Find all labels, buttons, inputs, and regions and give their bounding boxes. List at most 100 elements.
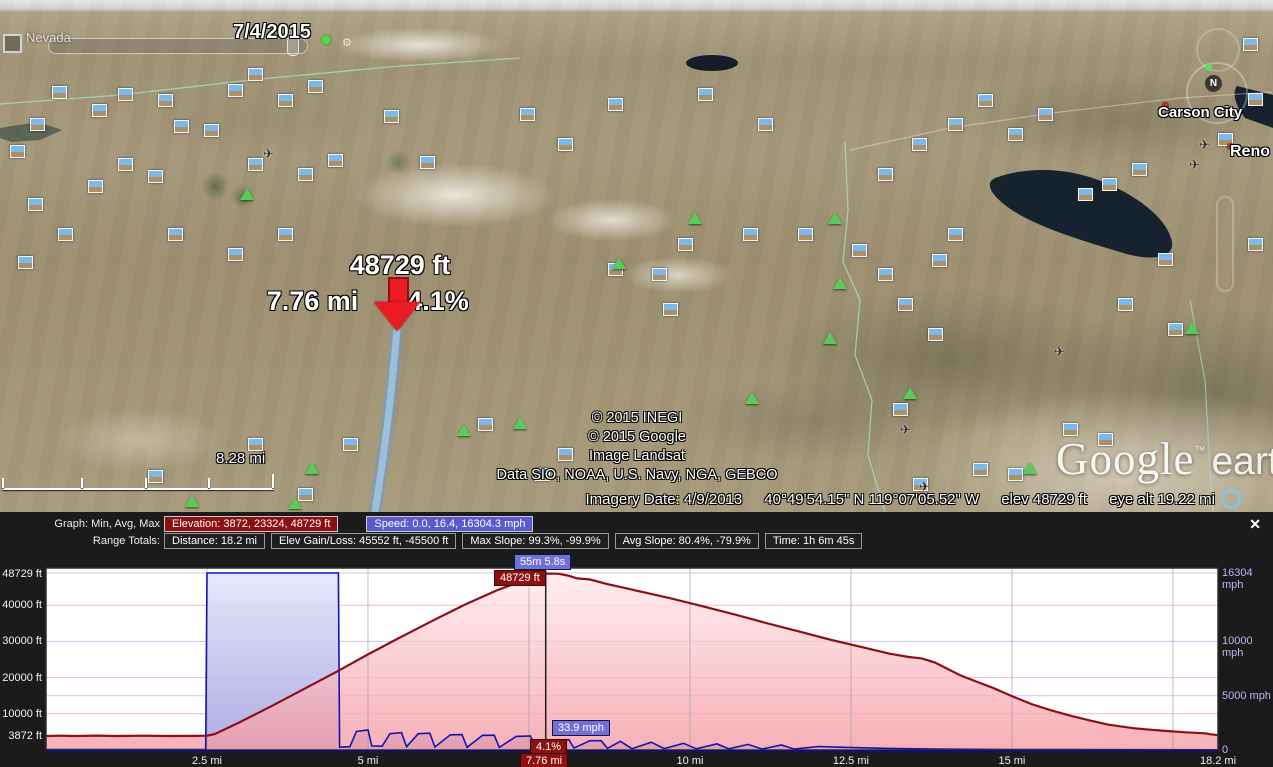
photo-icon[interactable] [158,94,173,107]
photo-icon[interactable] [420,156,435,169]
photo-icon[interactable] [1132,163,1147,176]
placemark-triangle-icon[interactable] [903,387,917,399]
streaming-progress-icon [1221,489,1241,509]
photo-icon[interactable] [912,138,927,151]
photo-icon[interactable] [698,88,713,101]
placemark-triangle-icon[interactable] [185,495,199,507]
time-slider-play-icon[interactable] [322,36,330,44]
placemark-triangle-icon[interactable] [1023,462,1037,474]
photo-icon[interactable] [30,118,45,131]
elevation-speed-chart[interactable] [0,512,1273,767]
photo-icon[interactable] [1248,93,1263,106]
photo-icon[interactable] [973,463,988,476]
photo-icon[interactable] [608,98,623,111]
nav-green-dot-icon [1205,64,1212,71]
photo-icon[interactable] [118,88,133,101]
eye-altitude: eye alt 19.22 mi [1109,491,1215,508]
photo-icon[interactable] [278,94,293,107]
speed-axis-tick: 16304 mph [1222,567,1273,591]
photo-icon[interactable] [228,84,243,97]
photo-icon[interactable] [204,124,219,137]
logo-google: Google [1056,434,1194,484]
photo-icon[interactable] [343,438,358,451]
photo-icon[interactable] [932,254,947,267]
map-viewport[interactable]: ✈✈✈✈✈✈ ⚙ 7/4/2015 Nevada 48729 ft 7.76 m… [0,0,1273,512]
photo-icon[interactable] [58,228,73,241]
photo-icon[interactable] [1118,298,1133,311]
photo-icon[interactable] [1243,38,1258,51]
placemark-triangle-icon[interactable] [833,277,847,289]
photo-icon[interactable] [148,170,163,183]
photo-icon[interactable] [168,228,183,241]
photo-icon[interactable] [308,80,323,93]
photo-icon[interactable] [678,238,693,251]
photo-icon[interactable] [52,86,67,99]
placemark-triangle-icon[interactable] [745,392,759,404]
scale-tick [81,478,83,488]
placemark-triangle-icon[interactable] [688,212,702,224]
overview-map-icon[interactable] [3,34,22,53]
photo-icon[interactable] [298,168,313,181]
photo-icon[interactable] [228,248,243,261]
measurement-arrow-icon [388,277,409,304]
placemark-triangle-icon[interactable] [1185,322,1199,334]
time-slider-settings-icon[interactable]: ⚙ [342,36,352,49]
photo-icon[interactable] [1158,253,1173,266]
photo-icon[interactable] [928,328,943,341]
photo-icon[interactable] [520,108,535,121]
photo-icon[interactable] [948,228,963,241]
placemark-triangle-icon[interactable] [305,462,319,474]
photo-icon[interactable] [758,118,773,131]
photo-icon[interactable] [1038,108,1053,121]
photo-icon[interactable] [10,145,25,158]
photo-icon[interactable] [743,228,758,241]
photo-icon[interactable] [978,94,993,107]
photo-icon[interactable] [278,228,293,241]
photo-icon[interactable] [652,268,667,281]
distance-axis-tick: 12.5 mi [823,755,879,767]
photo-icon[interactable] [248,158,263,171]
photo-icon[interactable] [898,298,913,311]
photo-icon[interactable] [798,228,813,241]
photo-icon[interactable] [28,198,43,211]
photo-icon[interactable] [893,403,908,416]
photo-icon[interactable] [1008,468,1023,481]
airplane-icon[interactable]: ✈ [1054,344,1065,360]
google-earth-window: ✈✈✈✈✈✈ ⚙ 7/4/2015 Nevada 48729 ft 7.76 m… [0,0,1273,767]
photo-icon[interactable] [118,158,133,171]
photo-icon[interactable] [878,268,893,281]
placemark-triangle-icon[interactable] [823,332,837,344]
airplane-icon[interactable]: ✈ [1189,157,1200,173]
photo-icon[interactable] [948,118,963,131]
measurement-arrow-head-icon [374,302,420,331]
photo-icon[interactable] [174,120,189,133]
placemark-triangle-icon[interactable] [828,212,842,224]
airplane-icon[interactable]: ✈ [263,146,274,162]
region-label: Nevada [26,30,71,45]
placemark-triangle-icon[interactable] [288,497,302,509]
photo-icon[interactable] [18,256,33,269]
placemark-triangle-icon[interactable] [240,188,254,200]
dry-lake-pond [686,55,738,71]
airplane-icon[interactable]: ✈ [900,422,911,438]
photo-icon[interactable] [384,110,399,123]
zoom-slider[interactable] [1216,196,1234,292]
photo-icon[interactable] [88,180,103,193]
airplane-icon[interactable]: ✈ [1199,137,1210,153]
photo-icon[interactable] [1248,238,1263,251]
photo-icon[interactable] [148,470,163,483]
photo-icon[interactable] [1008,128,1023,141]
photo-icon[interactable] [248,68,263,81]
photo-icon[interactable] [1078,188,1093,201]
elevation-axis-tick: 3872 ft [0,730,42,742]
photo-icon[interactable] [663,303,678,316]
photo-icon[interactable] [1102,178,1117,191]
photo-icon[interactable] [878,168,893,181]
photo-icon[interactable] [1168,323,1183,336]
photo-icon[interactable] [852,244,867,257]
photo-icon[interactable] [328,154,343,167]
placemark-triangle-icon[interactable] [612,257,626,269]
photo-icon[interactable] [92,104,107,117]
compass-north-button[interactable]: N [1205,75,1222,92]
photo-icon[interactable] [558,138,573,151]
